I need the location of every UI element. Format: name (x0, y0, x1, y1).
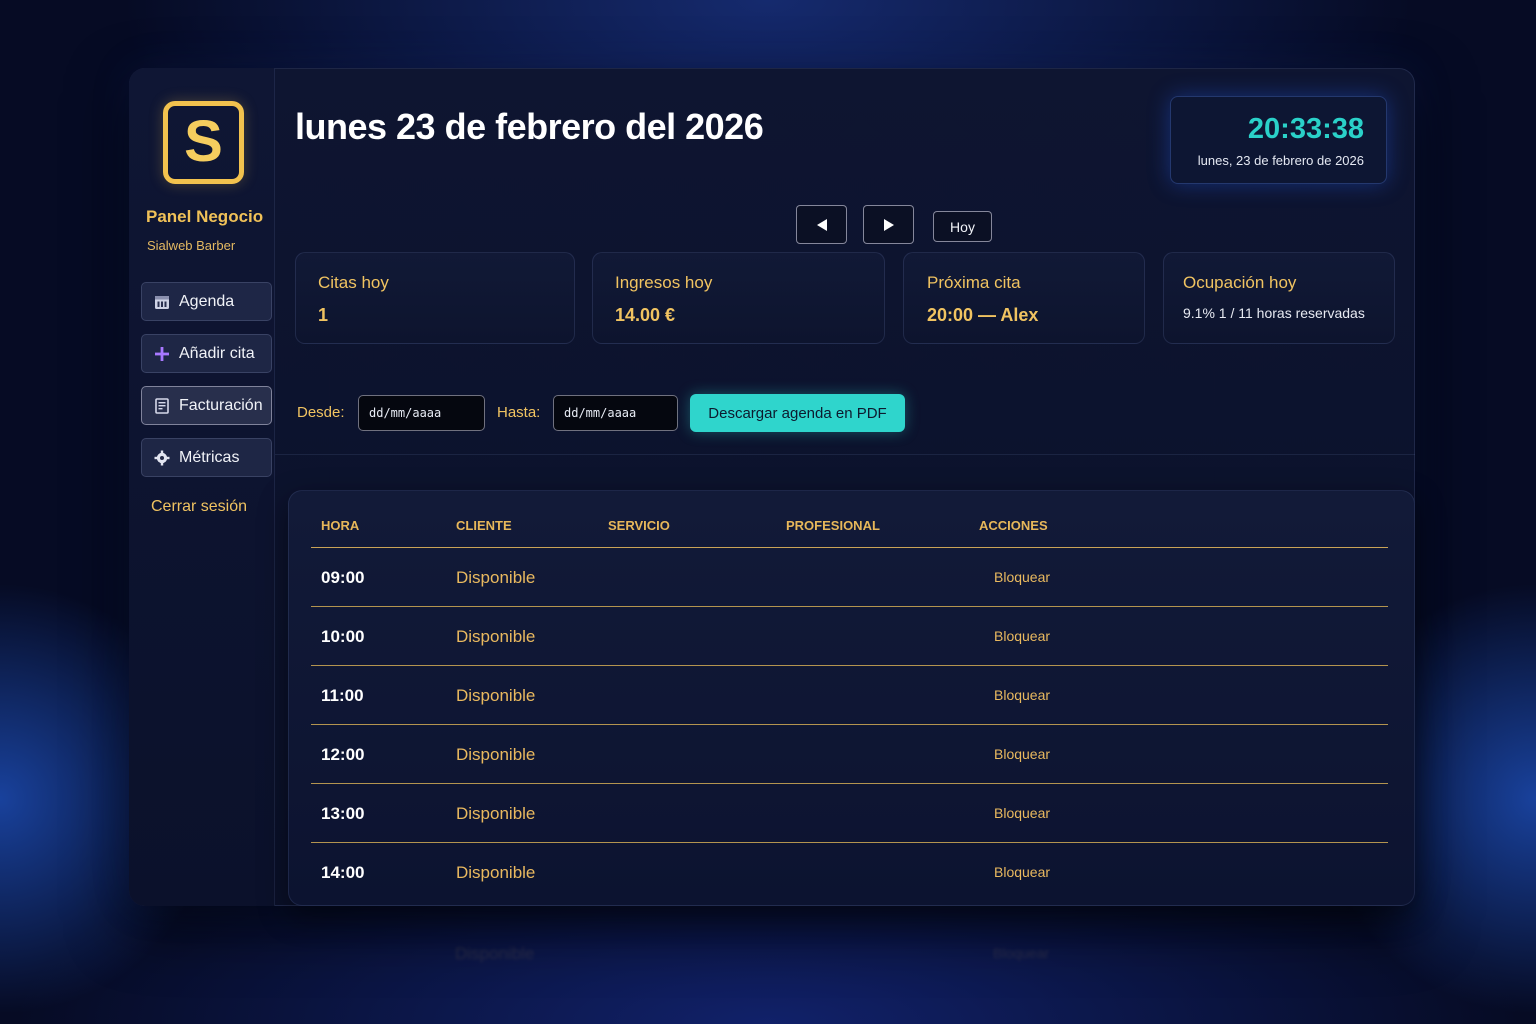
stat-label: Ingresos hoy (615, 273, 713, 292)
sidebar-item-metricas[interactable]: Métricas (141, 438, 272, 477)
table-row: 11:00 Disponible Bloquear (311, 666, 1388, 725)
clock-time: 20:33:38 (1247, 113, 1364, 145)
column-header-servicio: SERVICIO (608, 518, 670, 533)
block-slot-link[interactable]: Bloquear (994, 628, 1050, 644)
column-header-profesional: PROFESIONAL (786, 518, 880, 533)
reflection-accion: Bloquear (993, 945, 1050, 961)
clock-date: lunes, 23 de febrero de 2026 (1197, 153, 1364, 168)
stat-value: 20:00 — Alex (927, 305, 1039, 325)
cell-cliente: Disponible (456, 745, 536, 764)
stat-card-citas: Citas hoy 1 (295, 252, 575, 344)
triangle-left-icon (816, 218, 827, 231)
cell-hora: 09:00 (321, 568, 365, 587)
block-slot-link[interactable]: Bloquear (994, 805, 1050, 821)
brand-logo: S (163, 101, 244, 184)
block-slot-link[interactable]: Bloquear (994, 569, 1050, 585)
to-date-input[interactable] (553, 395, 678, 431)
brand-title: Panel Negocio (146, 207, 264, 226)
cell-cliente: Disponible (456, 686, 536, 705)
stat-card-ingresos: Ingresos hoy 14.00 € (592, 252, 885, 344)
sidebar-item-label: Agenda (179, 292, 235, 310)
column-header-hora: HORA (321, 518, 360, 533)
column-header-cliente: CLIENTE (456, 518, 512, 533)
block-slot-link[interactable]: Bloquear (994, 687, 1050, 703)
stat-label: Citas hoy (318, 273, 389, 292)
cell-cliente: Disponible (456, 804, 536, 823)
cell-cliente: Disponible (456, 863, 536, 882)
page-title: lunes 23 de febrero del 2026 (295, 106, 764, 147)
brand-subtitle: Sialweb Barber (147, 238, 236, 253)
stat-label: Próxima cita (927, 273, 1021, 292)
table-row: 10:00 Disponible Bloquear (311, 607, 1388, 666)
today-button[interactable]: Hoy (933, 211, 992, 242)
sidebar-item-label: Facturación (179, 396, 263, 414)
stat-label: Ocupación hoy (1183, 273, 1297, 292)
cell-hora: 13:00 (321, 804, 365, 823)
divider (275, 454, 1415, 455)
reflection-cliente: Disponible (455, 944, 535, 963)
sidebar-item-facturacion[interactable]: Facturación (141, 386, 272, 425)
sidebar-item-anadir-cita[interactable]: Añadir cita (141, 334, 272, 373)
table-row: 09:00 Disponible Bloquear (311, 548, 1388, 607)
column-header-acciones: ACCIONES (979, 518, 1048, 533)
sidebar (129, 68, 275, 906)
cell-cliente: Disponible (456, 627, 536, 646)
stat-card-proxima-cita: Próxima cita 20:00 — Alex (903, 252, 1145, 344)
reflection-row: Disponible Bloquear (310, 930, 1387, 980)
calendar-icon (153, 293, 171, 311)
cell-hora: 10:00 (321, 627, 365, 646)
agenda-table: HORA CLIENTE SERVICIO PROFESIONAL ACCION… (288, 490, 1415, 906)
cell-hora: 12:00 (321, 745, 365, 764)
stat-value: 9.1% 1 / 11 horas reservadas (1183, 305, 1365, 321)
gear-icon (153, 449, 171, 467)
cell-cliente: Disponible (456, 568, 536, 587)
prev-day-button[interactable] (796, 205, 847, 244)
sidebar-item-label: Métricas (179, 448, 240, 466)
download-pdf-button[interactable]: Descargar agenda en PDF (690, 394, 905, 432)
block-slot-link[interactable]: Bloquear (994, 864, 1050, 880)
cell-hora: 11:00 (321, 686, 364, 705)
stat-card-ocupacion: Ocupación hoy 9.1% 1 / 11 horas reservad… (1163, 252, 1395, 344)
plus-icon (153, 345, 171, 363)
cell-hora: 14:00 (321, 863, 365, 882)
table-row: 14:00 Disponible Bloquear (311, 843, 1388, 902)
panel-reflection: Disponible Bloquear (288, 930, 1415, 1024)
table-row: 12:00 Disponible Bloquear (311, 725, 1388, 784)
from-date-input[interactable] (358, 395, 485, 431)
stat-value: 1 (318, 305, 329, 325)
clock-widget: 20:33:38 lunes, 23 de febrero de 2026 (1170, 96, 1387, 184)
receipt-icon (153, 397, 171, 415)
block-slot-link[interactable]: Bloquear (994, 746, 1050, 762)
table-row: 13:00 Disponible Bloquear (311, 784, 1388, 843)
sidebar-item-label: Añadir cita (179, 344, 255, 362)
triangle-right-icon (883, 218, 894, 231)
logo-letter: S (184, 108, 223, 174)
next-day-button[interactable] (863, 205, 914, 244)
logout-link[interactable]: Cerrar sesión (151, 498, 247, 516)
sidebar-item-agenda[interactable]: Agenda (141, 282, 272, 321)
stat-value: 14.00 € (615, 305, 676, 325)
from-label: Desde: (297, 404, 345, 421)
to-label: Hasta: (497, 404, 541, 421)
